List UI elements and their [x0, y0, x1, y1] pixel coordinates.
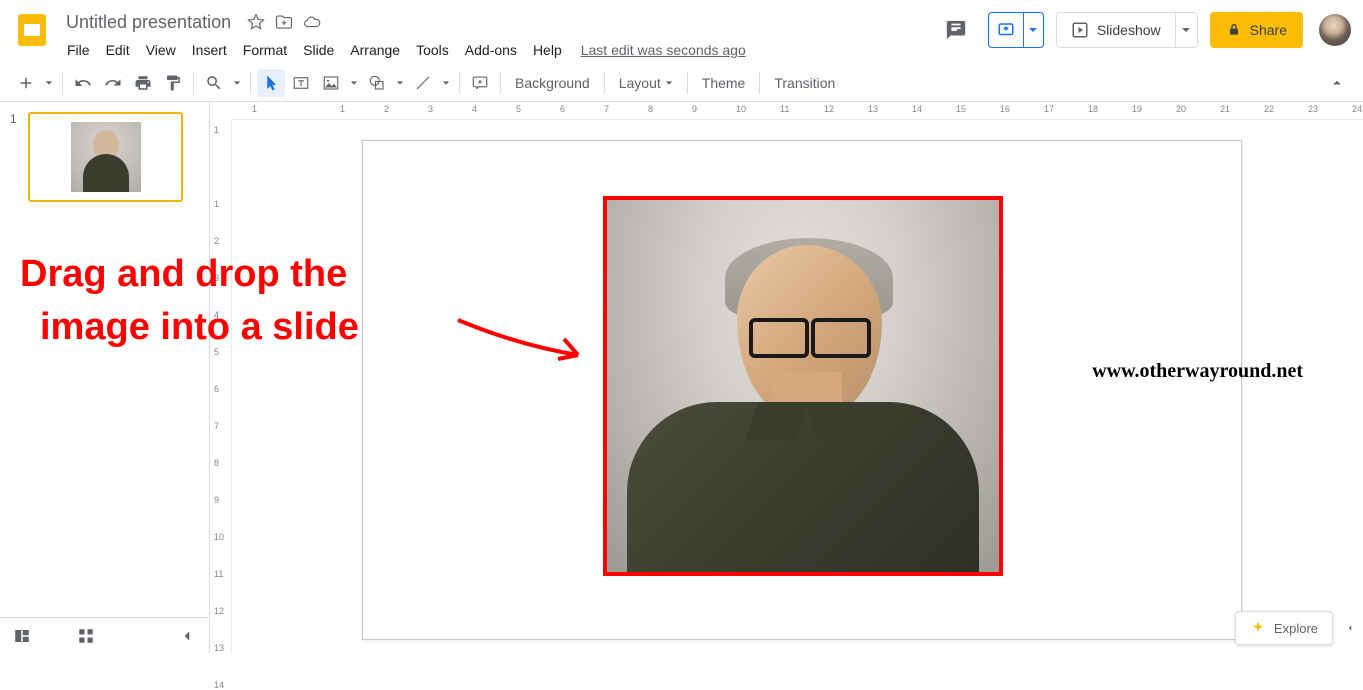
redo-button[interactable]	[99, 69, 127, 97]
menu-view[interactable]: View	[139, 38, 183, 62]
thumbnail-item[interactable]: 1	[10, 112, 199, 202]
portrait-photo	[607, 200, 999, 572]
slideshow-button[interactable]: Slideshow	[1056, 12, 1198, 48]
shape-dropdown[interactable]	[393, 69, 407, 97]
sidebar-bottom-bar	[0, 617, 209, 653]
zoom-dropdown[interactable]	[230, 69, 244, 97]
slideshow-dropdown-icon[interactable]	[1175, 13, 1197, 47]
undo-button[interactable]	[69, 69, 97, 97]
collapse-toolbar-button[interactable]	[1323, 69, 1351, 97]
separator	[62, 72, 63, 94]
menu-help[interactable]: Help	[526, 38, 569, 62]
explore-button[interactable]: Explore	[1235, 611, 1333, 645]
shape-button[interactable]	[363, 69, 391, 97]
print-button[interactable]	[129, 69, 157, 97]
menu-addons[interactable]: Add-ons	[458, 38, 524, 62]
slide-canvas[interactable]	[362, 140, 1242, 640]
menu-tools[interactable]: Tools	[409, 38, 456, 62]
textbox-button[interactable]	[287, 69, 315, 97]
move-icon[interactable]	[275, 13, 293, 31]
transition-button[interactable]: Transition	[766, 71, 843, 95]
separator	[193, 72, 194, 94]
theme-button[interactable]: Theme	[694, 71, 754, 95]
separator	[759, 72, 760, 94]
line-button[interactable]	[409, 69, 437, 97]
separator	[250, 72, 251, 94]
menu-file[interactable]: File	[60, 38, 97, 62]
image-dropdown[interactable]	[347, 69, 361, 97]
new-slide-button[interactable]	[12, 69, 40, 97]
present-dropdown-icon[interactable]	[1023, 13, 1043, 47]
document-title[interactable]: Untitled presentation	[60, 10, 237, 35]
separator	[500, 72, 501, 94]
annotation-arrow	[448, 300, 608, 380]
menu-slide[interactable]: Slide	[296, 38, 341, 62]
horizontal-ruler: 1123456789101112131415161718192021222324…	[232, 102, 1363, 120]
canvas-scroll[interactable]	[232, 120, 1363, 653]
filmstrip-view-button[interactable]	[10, 624, 34, 648]
share-button[interactable]: Share	[1210, 12, 1303, 48]
watermark-text: www.otherwayround.net	[1092, 360, 1303, 383]
expand-side-panel-button[interactable]	[1341, 611, 1359, 645]
vertical-ruler: 11234567891011121314	[210, 120, 232, 653]
cloud-status-icon[interactable]	[303, 13, 321, 31]
image-button[interactable]	[317, 69, 345, 97]
thumbnail-list: 1	[0, 102, 209, 617]
header-right: Slideshow Share	[936, 8, 1351, 52]
annotation-text: Drag and drop the image into a slide	[20, 248, 359, 354]
account-avatar[interactable]	[1319, 14, 1351, 46]
slideshow-label: Slideshow	[1097, 22, 1161, 38]
zoom-button[interactable]	[200, 69, 228, 97]
explore-label: Explore	[1274, 621, 1318, 636]
menu-edit[interactable]: Edit	[99, 38, 137, 62]
share-label: Share	[1250, 22, 1287, 38]
title-area: Untitled presentation File Edit View Ins…	[60, 8, 936, 64]
grid-view-button[interactable]	[74, 624, 98, 648]
paint-format-button[interactable]	[159, 69, 187, 97]
inserted-image[interactable]	[603, 196, 1003, 576]
slides-logo[interactable]	[12, 10, 52, 50]
select-tool-button[interactable]	[257, 69, 285, 97]
separator	[459, 72, 460, 94]
new-slide-dropdown[interactable]	[42, 69, 56, 97]
menu-insert[interactable]: Insert	[185, 38, 234, 62]
collapse-panel-button[interactable]	[175, 624, 199, 648]
present-to-meeting-button[interactable]	[988, 12, 1044, 48]
thumbnail-image-preview	[71, 122, 141, 192]
slide-number: 1	[10, 112, 22, 202]
slide-panel: 1	[0, 102, 210, 653]
menu-arrange[interactable]: Arrange	[343, 38, 407, 62]
background-button[interactable]: Background	[507, 71, 598, 95]
layout-button[interactable]: Layout	[611, 71, 681, 95]
slide-thumbnail[interactable]	[28, 112, 183, 202]
line-dropdown[interactable]	[439, 69, 453, 97]
comment-button[interactable]	[466, 69, 494, 97]
last-edit-link[interactable]: Last edit was seconds ago	[581, 42, 746, 58]
menu-bar: File Edit View Insert Format Slide Arran…	[60, 36, 936, 64]
comments-button[interactable]	[936, 10, 976, 50]
menu-format[interactable]: Format	[236, 38, 294, 62]
star-icon[interactable]	[247, 13, 265, 31]
separator	[687, 72, 688, 94]
separator	[604, 72, 605, 94]
toolbar: Background Layout Theme Transition	[0, 64, 1363, 102]
app-header: Untitled presentation File Edit View Ins…	[0, 0, 1363, 64]
